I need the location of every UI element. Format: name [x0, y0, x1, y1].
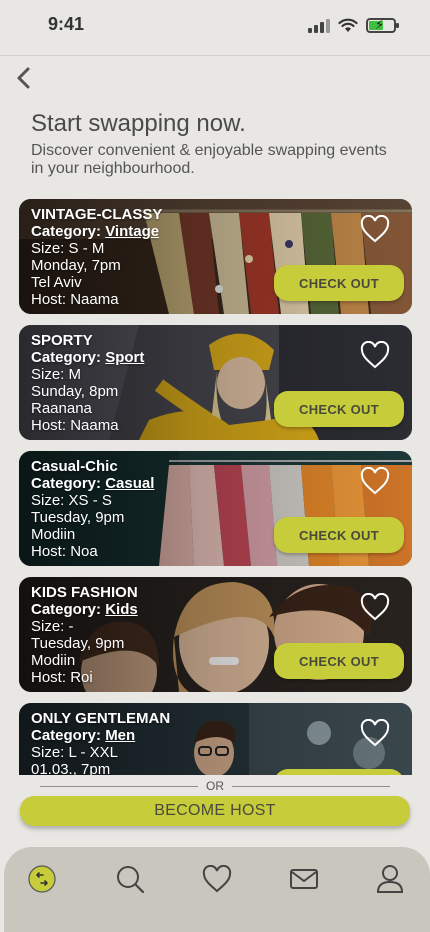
home-swap-icon	[28, 865, 56, 893]
event-name: Casual-Chic	[31, 458, 118, 475]
event-time: Sunday, 8pm	[31, 383, 119, 400]
heart-outline-icon[interactable]	[360, 215, 390, 243]
host-label: Host:	[31, 543, 67, 560]
category-link[interactable]: Kids	[105, 601, 138, 618]
event-host: Naama	[70, 291, 119, 308]
size-label: Size:	[31, 366, 65, 383]
wifi-icon	[338, 18, 358, 32]
category-label: Category:	[31, 349, 102, 366]
status-icons: ⚡	[308, 17, 399, 33]
event-size: M	[68, 366, 82, 383]
event-time: Tuesday, 9pm	[31, 509, 125, 526]
tab-messages[interactable]	[288, 863, 320, 895]
event-size: L - XXL	[68, 744, 118, 761]
event-name: VINTAGE-CLASSY	[31, 206, 163, 223]
category-label: Category:	[31, 475, 102, 492]
tab-home[interactable]	[26, 863, 58, 895]
heart-outline-icon[interactable]	[360, 593, 390, 621]
event-card[interactable]: Casual-Chic Category: Casual Size: XS - …	[19, 451, 412, 566]
event-card[interactable]: KIDS FASHION Category: Kids Size: - Tues…	[19, 577, 412, 692]
size-label: Size:	[31, 240, 65, 257]
host-label: Host:	[31, 417, 67, 434]
category-label: Category:	[31, 601, 102, 618]
event-time: 01.03., 7pm	[31, 761, 111, 775]
status-time: 9:41	[48, 14, 85, 34]
become-host-button[interactable]: BECOME HOST	[20, 796, 410, 826]
heart-outline-icon[interactable]	[360, 719, 390, 747]
event-name: KIDS FASHION	[31, 584, 138, 601]
checkout-button[interactable]: CHECK OUT	[274, 769, 404, 775]
tab-favorites[interactable]	[201, 863, 233, 895]
event-details: Casual-Chic Category: Casual Size: XS - …	[31, 458, 154, 560]
event-size: -	[68, 618, 74, 635]
events-list[interactable]: VINTAGE-CLASSY Category: Vintage Size: S…	[19, 199, 412, 775]
status-bar: 9:41 ⚡	[0, 0, 430, 56]
category-label: Category:	[31, 727, 102, 744]
chevron-left-icon	[17, 67, 30, 89]
tab-search[interactable]	[114, 863, 146, 895]
search-icon	[117, 866, 145, 894]
event-card[interactable]: ONLY GENTLEMAN Category: Men Size: L - X…	[19, 703, 412, 775]
battery-icon: ⚡	[366, 17, 399, 33]
signal-icon	[308, 18, 330, 33]
event-host: Noa	[70, 543, 98, 560]
category-label: Category:	[31, 223, 102, 240]
event-details: ONLY GENTLEMAN Category: Men Size: L - X…	[31, 710, 170, 775]
tab-bar	[4, 847, 430, 932]
event-card[interactable]: SPORTY Category: Sport Size: M Sunday, 8…	[19, 325, 412, 440]
event-size: S - M	[68, 240, 105, 257]
size-label: Size:	[31, 492, 65, 509]
host-label: Host:	[31, 291, 67, 308]
event-name: ONLY GENTLEMAN	[31, 710, 171, 727]
heart-outline-icon[interactable]	[360, 467, 390, 495]
profile-icon	[376, 865, 404, 893]
event-city: Modiin	[31, 652, 76, 669]
size-label: Size:	[31, 618, 65, 635]
event-details: KIDS FASHION Category: Kids Size: - Tues…	[31, 584, 138, 686]
checkout-button[interactable]: CHECK OUT	[274, 391, 404, 427]
event-size: XS - S	[68, 492, 112, 509]
event-time: Tuesday, 9pm	[31, 635, 125, 652]
or-divider: OR	[40, 778, 390, 794]
or-label: OR	[206, 779, 224, 793]
size-label: Size:	[31, 744, 65, 761]
heart-icon	[202, 865, 232, 893]
event-city: Raanana	[31, 400, 92, 417]
back-button[interactable]	[10, 64, 36, 92]
checkout-button[interactable]: CHECK OUT	[274, 643, 404, 679]
event-host: Naama	[70, 417, 119, 434]
event-details: VINTAGE-CLASSY Category: Vintage Size: S…	[31, 206, 162, 308]
event-time: Monday, 7pm	[31, 257, 121, 274]
event-city: Tel Aviv	[31, 274, 82, 291]
page-subtitle: Discover convenient & enjoyable swapping…	[31, 142, 387, 177]
checkout-button[interactable]: CHECK OUT	[274, 517, 404, 553]
event-host: Roi	[70, 669, 93, 686]
event-city: Modiin	[31, 526, 76, 543]
page-title: Start swapping now.	[31, 110, 246, 137]
mail-icon	[290, 869, 318, 889]
host-label: Host:	[31, 669, 67, 686]
category-link[interactable]: Men	[105, 727, 135, 744]
event-details: SPORTY Category: Sport Size: M Sunday, 8…	[31, 332, 144, 434]
event-name: SPORTY	[31, 332, 93, 349]
category-link[interactable]: Casual	[105, 475, 154, 492]
tab-profile[interactable]	[374, 863, 406, 895]
event-card[interactable]: VINTAGE-CLASSY Category: Vintage Size: S…	[19, 199, 412, 314]
heart-outline-icon[interactable]	[360, 341, 390, 369]
category-link[interactable]: Vintage	[105, 223, 159, 240]
category-link[interactable]: Sport	[105, 349, 144, 366]
checkout-button[interactable]: CHECK OUT	[274, 265, 404, 301]
